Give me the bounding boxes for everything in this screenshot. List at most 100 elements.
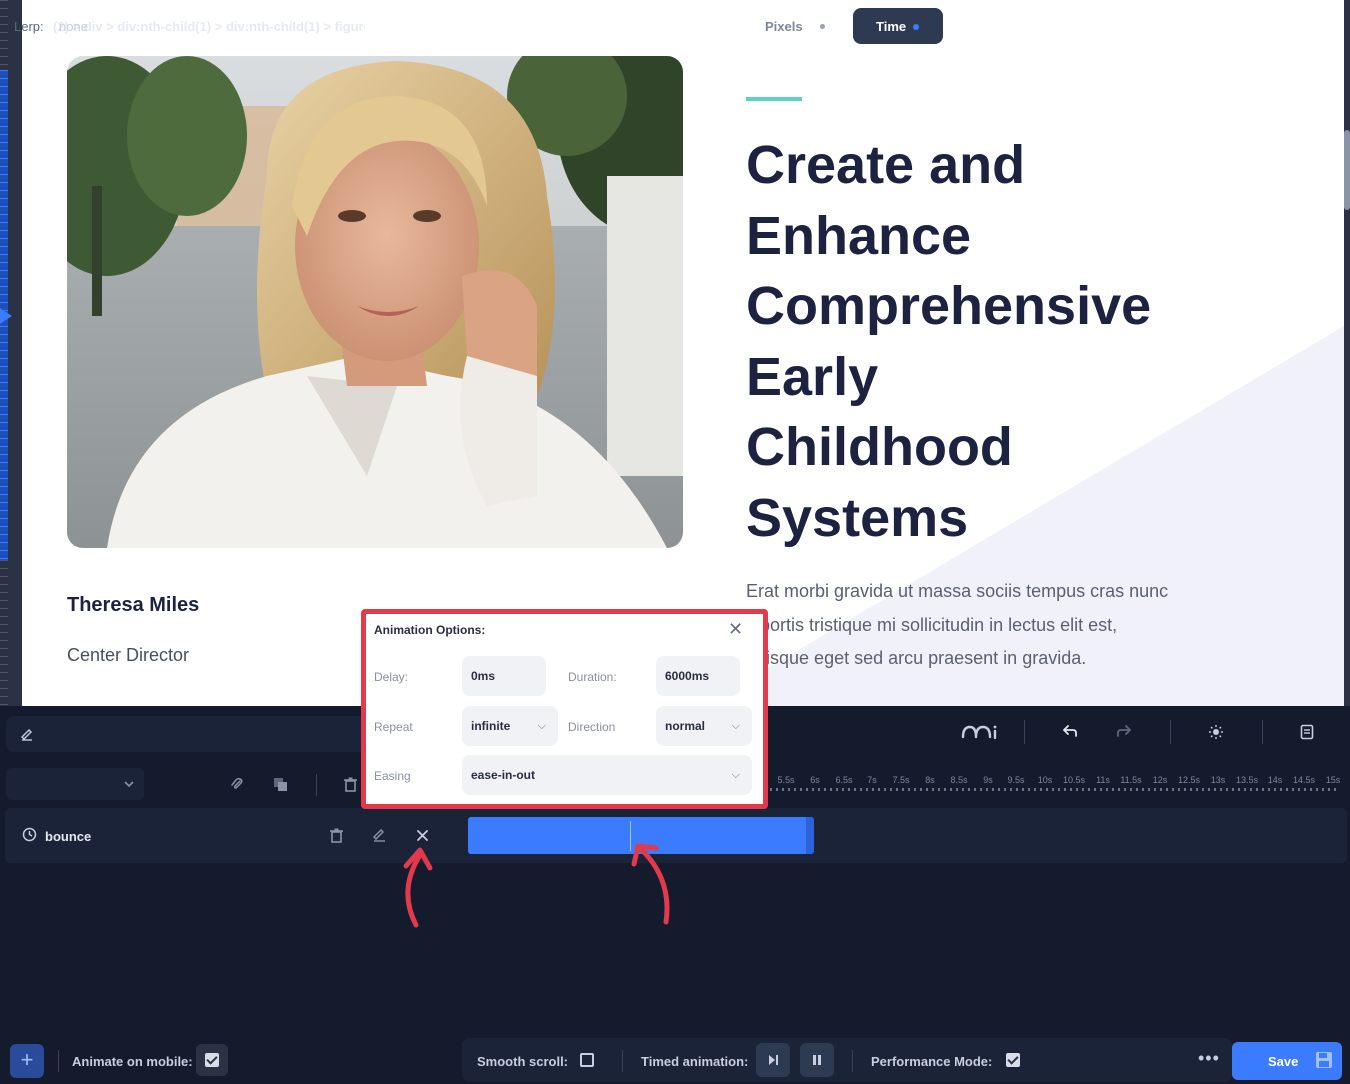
- pause-button[interactable]: [800, 1043, 834, 1077]
- headline-line: Childhood: [746, 417, 1013, 477]
- undo-icon[interactable]: [1062, 724, 1078, 738]
- toolbar-divider: [316, 774, 317, 796]
- animation-bar-resize-handle[interactable]: [806, 817, 814, 854]
- tick-label: 6s: [810, 775, 820, 785]
- bottom-divider: [852, 1050, 853, 1072]
- headline-line: Enhance: [746, 205, 972, 266]
- tick-label: 9s: [983, 775, 993, 785]
- selector-breadcrumb[interactable]: (2) > div > div:nth-child(1) > div:nth-c…: [53, 19, 365, 34]
- toolbar-divider: [1170, 720, 1171, 744]
- smooth-scroll-label: Smooth scroll:: [477, 1054, 569, 1069]
- checkbox-empty-icon: [580, 1053, 594, 1067]
- bottom-divider: [58, 1050, 59, 1072]
- bottom-divider: [622, 1050, 623, 1072]
- tick-label: 12s: [1152, 775, 1168, 785]
- brand-logo-icon: [961, 725, 997, 740]
- canvas-scrollbar[interactable]: [1344, 0, 1350, 706]
- tick-label: 5.5s: [777, 775, 795, 785]
- repeat-select[interactable]: infinite ⌵: [462, 706, 558, 746]
- delay-input[interactable]: 0ms: [462, 656, 546, 696]
- close-icon[interactable]: ✕: [728, 619, 743, 640]
- headline-line: Early: [746, 346, 879, 407]
- tick-label: 9.5s: [1007, 775, 1025, 785]
- headline-line: Comprehensive: [746, 276, 1152, 336]
- floppy-disk-icon: [1316, 1052, 1332, 1068]
- tick-label: 12.5s: [1177, 775, 1201, 785]
- timeline-empty-area: [0, 866, 1350, 1036]
- sun-icon[interactable]: [1208, 724, 1224, 740]
- duration-label: Duration:: [568, 670, 617, 684]
- tab-time-label: Time: [876, 19, 907, 34]
- close-icon[interactable]: [416, 829, 429, 842]
- body-line: quisque eget sed arcu praesent in gravid…: [746, 648, 1087, 668]
- pause-icon: [813, 1055, 821, 1065]
- check-icon: [205, 1053, 219, 1067]
- edit-icon[interactable]: [373, 828, 386, 842]
- tick-label: 13s: [1210, 775, 1226, 785]
- direction-select[interactable]: normal ⌵: [656, 706, 752, 746]
- author-name: Theresa Miles: [67, 594, 200, 616]
- tick-label: 7.5s: [892, 775, 910, 785]
- scrollbar-thumb[interactable]: [1344, 130, 1350, 210]
- tick-label: 6.5s: [835, 775, 853, 785]
- lerp-value[interactable]: none: [59, 19, 88, 34]
- performance-mode-checkbox[interactable]: [997, 1044, 1029, 1076]
- tick-label: 11s: [1096, 775, 1110, 785]
- popup-title: Animation Options:: [374, 623, 486, 637]
- animation-bar[interactable]: [468, 817, 814, 854]
- more-options-icon[interactable]: •••: [1198, 1048, 1220, 1069]
- time-indicator-dot: [913, 24, 919, 30]
- playhead[interactable]: [630, 821, 631, 851]
- ruler-marker[interactable]: [0, 308, 12, 324]
- trash-icon[interactable]: [330, 828, 343, 843]
- tick-label: 10s: [1037, 775, 1053, 785]
- duration-input[interactable]: 6000ms: [656, 656, 740, 696]
- chevron-down-icon: ⌵: [731, 769, 740, 781]
- tick-label: 15s: [1325, 775, 1341, 785]
- add-button[interactable]: +: [10, 1044, 44, 1078]
- lerp-label: Lerp:: [14, 19, 44, 34]
- direction-value: normal: [665, 719, 706, 733]
- repeat-value: infinite: [471, 719, 511, 733]
- performance-mode-label: Performance Mode:: [871, 1054, 993, 1069]
- tick-label: 11.5s: [1120, 775, 1142, 785]
- headline-line: Systems: [746, 487, 969, 548]
- animate-on-mobile-label: Animate on mobile:: [72, 1054, 193, 1069]
- tick-label: 10.5s: [1062, 775, 1086, 785]
- selector-path-box[interactable]: [6, 716, 366, 752]
- timeline-ruler[interactable]: 5.5s 6s 6.5s 7s 7.5s 8s 8.5s 9s 9.5s 10s…: [770, 775, 1345, 795]
- clock-icon: [22, 827, 37, 842]
- delay-value: 0ms: [471, 669, 496, 683]
- tick-label: 7s: [867, 775, 877, 785]
- skip-forward-icon: [769, 1055, 778, 1065]
- easing-select[interactable]: ease-in-out ⌵: [462, 755, 752, 795]
- body-line: Erat morbi gravida ut massa sociis tempu…: [746, 581, 1169, 601]
- trash-icon[interactable]: [344, 777, 357, 792]
- timeline-ruler-dots: [770, 788, 1340, 791]
- easing-value: ease-in-out: [471, 768, 536, 782]
- pixels-indicator-dot: [820, 24, 825, 29]
- save-button-label: Save: [1268, 1054, 1299, 1069]
- animate-on-mobile-checkbox[interactable]: [196, 1044, 228, 1076]
- play-step-button[interactable]: [756, 1043, 790, 1077]
- direction-label: Direction: [568, 720, 616, 734]
- duration-value: 6000ms: [665, 669, 710, 683]
- document-icon[interactable]: [1300, 724, 1314, 740]
- chevron-down-icon[interactable]: [124, 780, 134, 788]
- smooth-scroll-checkbox[interactable]: [571, 1044, 603, 1076]
- copy-icon[interactable]: [273, 777, 288, 792]
- track-name[interactable]: bounce: [45, 829, 91, 844]
- accent-divider: [746, 97, 802, 101]
- tick-label: 13.5s: [1235, 775, 1259, 785]
- tab-pixels[interactable]: Pixels: [765, 19, 803, 34]
- body-line: lobortis tristique mi sollicitudin in le…: [746, 614, 1118, 635]
- edit-icon[interactable]: [20, 727, 34, 741]
- redo-icon[interactable]: [1116, 724, 1132, 738]
- toolbar-divider: [1024, 720, 1025, 744]
- app-root: Theresa Miles Center Director Create and…: [0, 0, 1350, 1084]
- portrait-image[interactable]: [67, 56, 683, 548]
- left-ruler: [0, 0, 22, 706]
- repeat-label: Repeat: [374, 720, 413, 734]
- chevron-down-icon: ⌵: [537, 720, 546, 732]
- paperclip-icon[interactable]: [230, 777, 245, 792]
